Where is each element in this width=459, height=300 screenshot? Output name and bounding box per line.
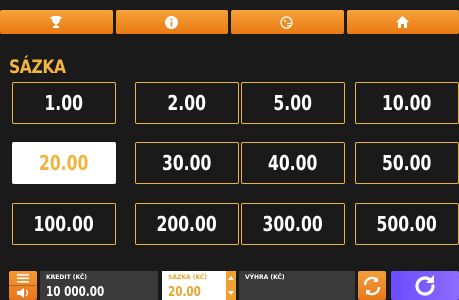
credit-value: 10 000.00 [46, 285, 105, 300]
bet-option-label: 20.00 [39, 151, 89, 175]
menu-icon [17, 274, 29, 283]
bet-option-label: 500.00 [376, 212, 438, 236]
bet-stepper[interactable] [226, 271, 236, 300]
increase-bet-icon[interactable] [228, 276, 234, 280]
bet-option-label: 200.00 [156, 212, 218, 236]
bet-value: 20.00 [168, 285, 201, 300]
bet-option-label: 5.00 [273, 91, 313, 115]
bet-option[interactable]: 10.00 [355, 82, 459, 124]
credit-label: KREDIT (KČ) [46, 274, 88, 281]
win-label: VÝHRA (KČ) [245, 274, 285, 281]
menu-button[interactable] [9, 271, 37, 300]
win-panel: VÝHRA (KČ) [239, 271, 355, 300]
bet-option-label: 100.00 [33, 212, 95, 236]
bet-option[interactable]: 200.00 [135, 203, 239, 245]
credit-panel: KREDIT (KČ) 10 000.00 [40, 271, 158, 300]
decrease-bet-icon[interactable] [228, 291, 234, 295]
bottom-bar: KREDIT (KČ) 10 000.00 SÁZKA (KČ) 20.00 V… [0, 268, 459, 300]
bet-option[interactable]: 40.00 [241, 142, 345, 184]
bet-option-label: 50.00 [382, 151, 432, 175]
bet-option[interactable]: 300.00 [241, 203, 345, 245]
bet-option-label: 10.00 [382, 91, 432, 115]
bet-label: SÁZKA (KČ) [168, 274, 207, 281]
menu-separator [9, 285, 37, 286]
bet-option-label: 40.00 [268, 151, 318, 175]
spin-button[interactable] [391, 271, 459, 300]
bet-option-label: 300.00 [262, 212, 324, 236]
bet-option[interactable]: 20.00 [12, 142, 116, 184]
spin-icon [415, 274, 435, 296]
bet-panel[interactable]: SÁZKA (KČ) 20.00 [162, 271, 236, 300]
sound-icon[interactable] [17, 288, 29, 298]
bet-option-label: 1.00 [44, 91, 84, 115]
bet-option-label: 30.00 [162, 151, 212, 175]
autoplay-button[interactable] [358, 271, 386, 300]
bet-option[interactable]: 500.00 [355, 203, 459, 245]
bet-option[interactable]: 30.00 [135, 142, 239, 184]
bet-option[interactable]: 100.00 [12, 203, 116, 245]
autoplay-icon [363, 276, 381, 295]
bet-grid: 1.00 2.00 5.00 10.00 20.00 30.00 40.00 50.00 100… [0, 0, 459, 300]
bet-option-label: 2.00 [167, 91, 207, 115]
bet-option[interactable]: 1.00 [12, 82, 116, 124]
bet-option[interactable]: 2.00 [135, 82, 239, 124]
bet-option[interactable]: 5.00 [241, 82, 345, 124]
bet-option[interactable]: 50.00 [355, 142, 459, 184]
